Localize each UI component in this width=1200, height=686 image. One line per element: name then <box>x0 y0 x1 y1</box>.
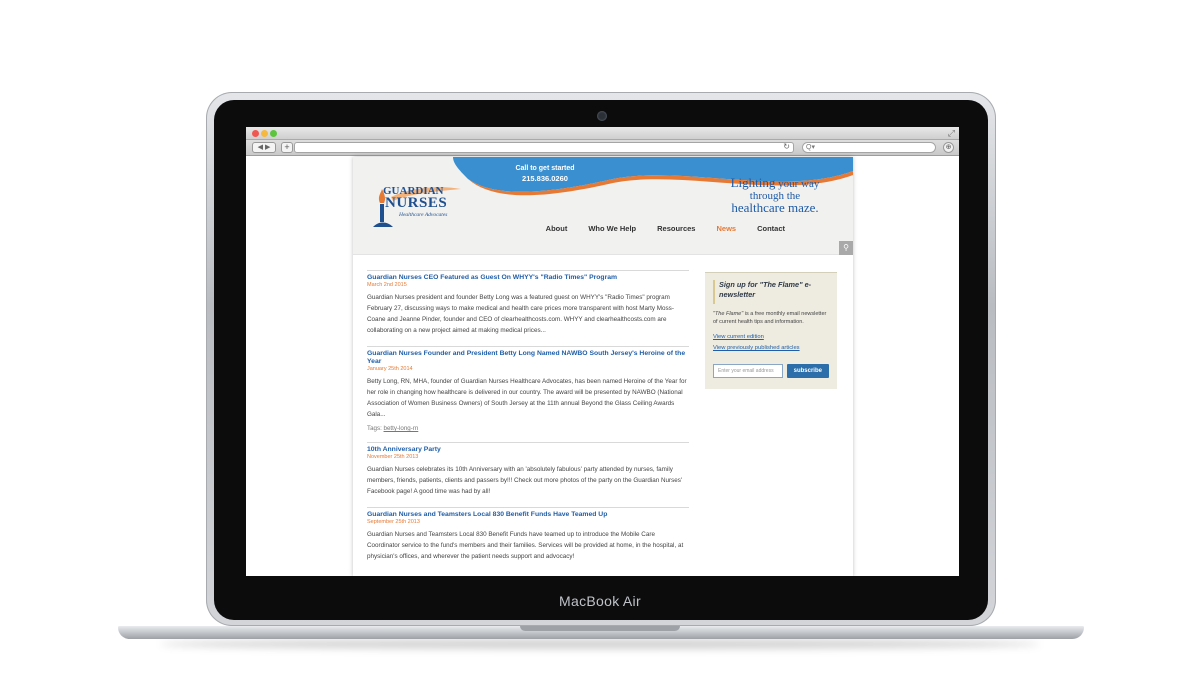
tagline-maze: healthcare maze. <box>731 200 819 215</box>
news-list: Guardian Nurses CEO Featured as Guest On… <box>367 270 689 572</box>
phone-number[interactable]: 215.836.0260 <box>513 174 577 184</box>
article-date: January 25th 2014 <box>367 366 413 372</box>
downloads-icon[interactable]: ⊕ <box>943 142 954 153</box>
device-brand-label: MacBook Air <box>559 593 641 609</box>
browser-search-field[interactable]: Q▾ <box>802 142 936 153</box>
laptop-notch <box>520 626 680 631</box>
view-current-edition-link[interactable]: View current edition <box>713 332 829 343</box>
nav-about[interactable]: About <box>546 224 568 233</box>
news-article: 10th Anniversary Party November 25th 201… <box>367 442 689 497</box>
back-forward-buttons[interactable]: ◀ ▶ <box>252 142 276 153</box>
browser-toolbar: ◀ ▶ + ↻ Q▾ ⊕ <box>246 140 959 156</box>
tags-label: Tags: <box>367 425 382 432</box>
view-published-articles-link[interactable]: View previously published articles <box>713 343 829 354</box>
nav-who-we-help[interactable]: Who We Help <box>588 224 636 233</box>
article-excerpt: Guardian Nurses and Teamsters Local 830 … <box>367 531 684 560</box>
article-date: November 25th 2013 <box>367 454 419 460</box>
site-search-icon[interactable]: ⚲ <box>839 241 853 255</box>
call-to-action[interactable]: Call to get started 215.836.0260 <box>513 164 577 184</box>
newsletter-name: "The Flame" <box>713 311 744 317</box>
site-header: Call to get started 215.836.0260 GUARDIA… <box>353 157 853 255</box>
web-page: Call to get started 215.836.0260 GUARDIA… <box>353 157 853 576</box>
article-title[interactable]: Guardian Nurses CEO Featured as Guest On… <box>367 274 689 282</box>
article-date: September 25th 2013 <box>367 519 420 525</box>
article-title[interactable]: Guardian Nurses and Teamsters Local 830 … <box>367 511 689 519</box>
minimize-window-button[interactable] <box>261 130 268 137</box>
logo-text-subtitle: Healthcare Advocates <box>399 212 448 218</box>
article-excerpt: Guardian Nurses celebrates its 10th Anni… <box>367 466 683 495</box>
zoom-window-button[interactable] <box>270 130 277 137</box>
article-excerpt: Betty Long, RN, MHA, founder of Guardian… <box>367 378 687 418</box>
logo-text-nurses: NURSES <box>385 195 448 211</box>
newsletter-form: Enter your email address subscribe <box>713 364 829 378</box>
tagline-your-way: your way <box>775 178 820 190</box>
newsletter-signup: Sign up for "The Flame" e-newsletter "Th… <box>705 272 837 389</box>
article-date: March 2nd 2015 <box>367 282 407 288</box>
tagline-lighting: Lighting <box>730 175 776 190</box>
news-article: Guardian Nurses and Teamsters Local 830 … <box>367 507 689 562</box>
site-tagline: Lighting your way through the healthcare… <box>715 175 835 215</box>
call-line: Call to get started <box>515 165 575 172</box>
news-article: Guardian Nurses Founder and President Be… <box>367 346 689 432</box>
nav-news[interactable]: News <box>716 224 736 233</box>
newsletter-description: "The Flame" is a free monthly email news… <box>713 310 829 326</box>
article-title[interactable]: Guardian Nurses Founder and President Be… <box>367 350 689 366</box>
tag-link[interactable]: betty-long-rn <box>384 425 419 432</box>
article-tags: Tags: betty-long-rn <box>367 425 689 432</box>
fullscreen-icon[interactable]: ⤢ <box>948 128 955 139</box>
window-titlebar: ⤢ <box>246 127 959 140</box>
email-field[interactable]: Enter your email address <box>713 364 783 378</box>
article-excerpt: Guardian Nurses president and founder Be… <box>367 294 674 334</box>
new-tab-button[interactable]: + <box>281 142 293 153</box>
reload-icon[interactable]: ↻ <box>783 142 790 151</box>
close-window-button[interactable] <box>252 130 259 137</box>
address-bar[interactable]: ↻ <box>294 142 794 153</box>
nav-resources[interactable]: Resources <box>657 224 695 233</box>
subscribe-button[interactable]: subscribe <box>786 364 829 378</box>
newsletter-title: Sign up for "The Flame" e-newsletter <box>713 280 829 304</box>
main-nav: About Who We Help Resources News Contact <box>546 224 785 233</box>
article-title[interactable]: 10th Anniversary Party <box>367 446 689 454</box>
camera-icon <box>597 111 607 121</box>
news-article: Guardian Nurses CEO Featured as Guest On… <box>367 270 689 336</box>
nav-contact[interactable]: Contact <box>757 224 785 233</box>
browser-window: ⤢ ◀ ▶ + ↻ Q▾ ⊕ Call to get started 215.8… <box>246 127 959 576</box>
laptop-shadow <box>160 639 1040 649</box>
